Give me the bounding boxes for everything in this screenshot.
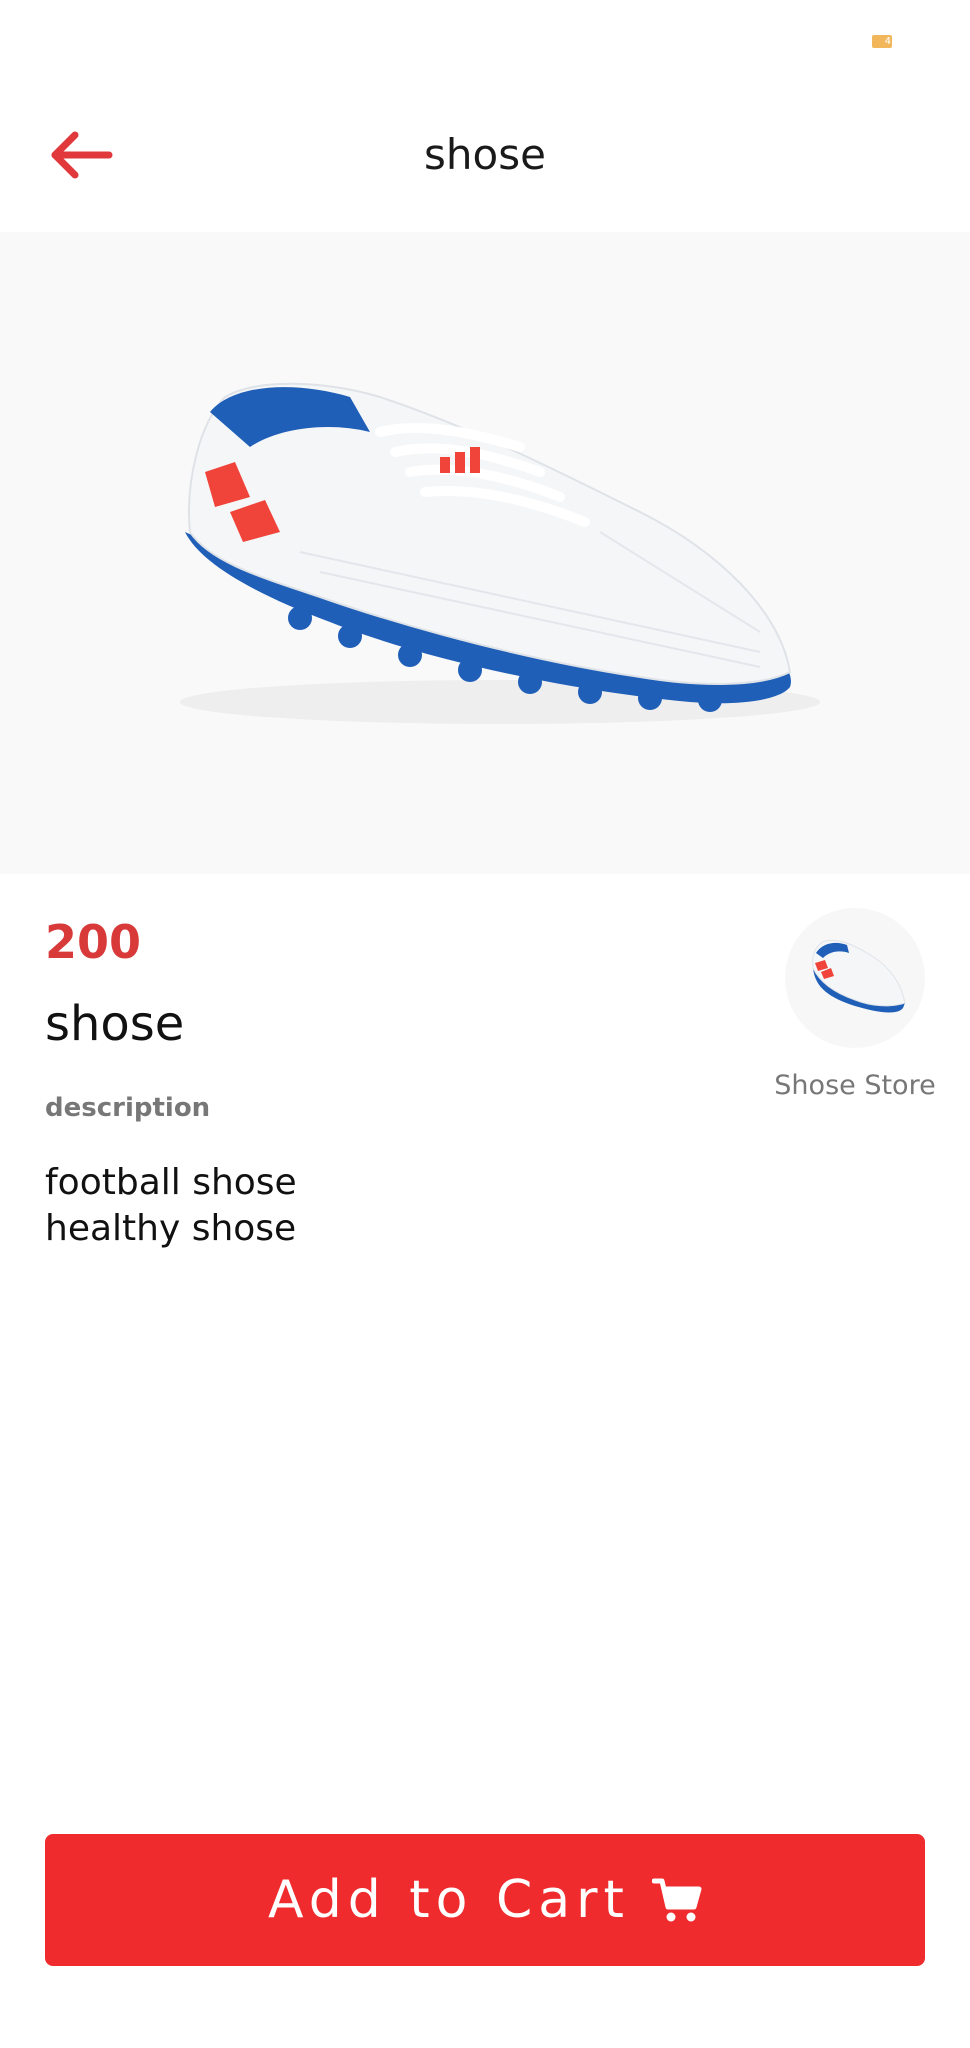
store-link[interactable]: Shose Store (760, 908, 950, 1104)
status-bar: 4 (0, 0, 970, 80)
store-name[interactable]: Shose Store (760, 1068, 950, 1104)
description-label: description (45, 1093, 211, 1123)
shopping-cart-icon (651, 1875, 702, 1925)
add-to-cart-button[interactable]: Add to Cart (45, 1834, 925, 1966)
shoe-thumbnail-icon (812, 939, 906, 1013)
shoe-illustration (180, 382, 820, 724)
store-avatar[interactable] (785, 908, 925, 1048)
add-to-cart-label: Add to Cart (268, 1870, 630, 1930)
battery-icon: 4 (872, 35, 892, 48)
product-image (0, 232, 970, 874)
battery-level: 4 (884, 36, 891, 47)
page-title: shose (424, 130, 546, 179)
app-bar: shose (0, 80, 970, 230)
product-name: shose (45, 996, 185, 1052)
product-price: 200 (45, 915, 142, 969)
description-text: football shose healthy shose (45, 1162, 297, 1249)
product-detail-screen: 4 shose 200 shose description football s… (0, 0, 970, 2048)
